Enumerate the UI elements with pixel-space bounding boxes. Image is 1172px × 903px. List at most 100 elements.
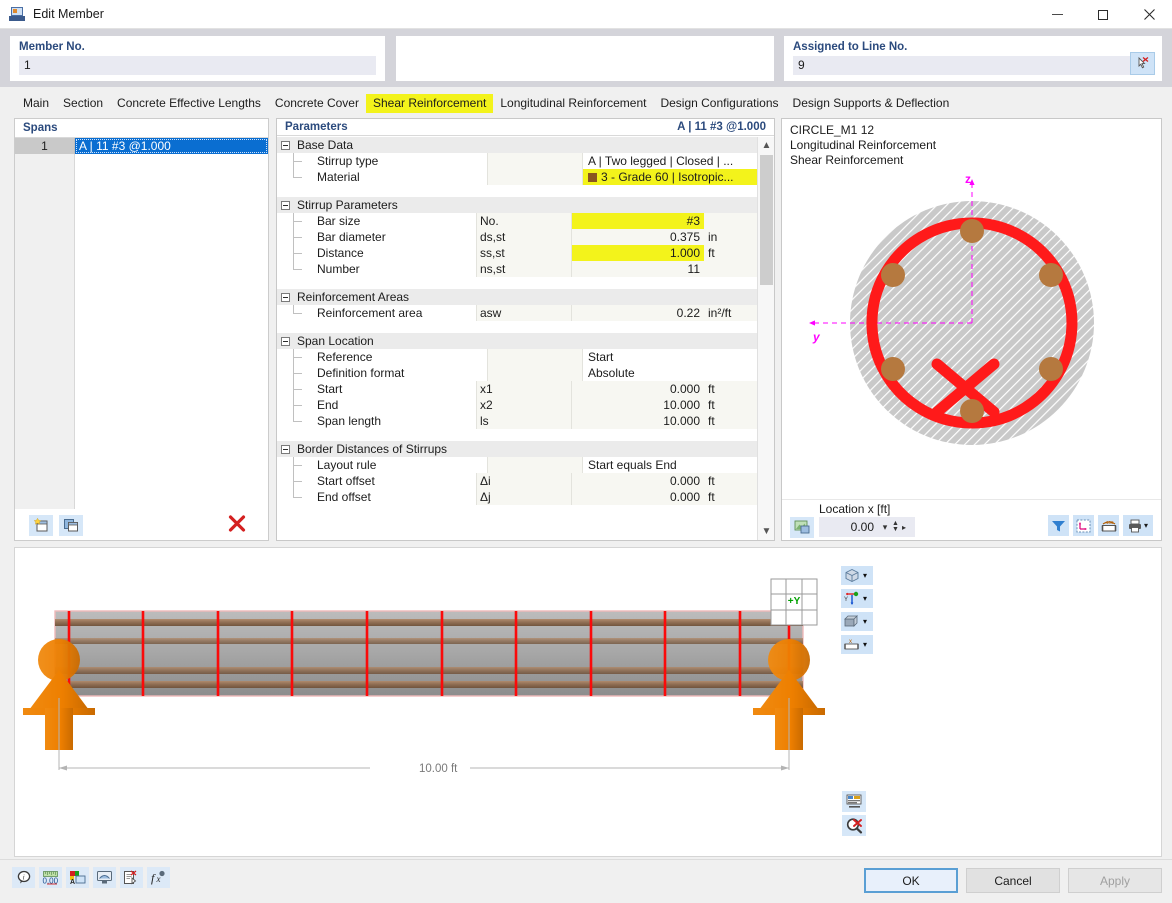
parameter-row[interactable]: Start x1 0.000 ft [277,381,758,397]
member-no-input[interactable]: 1 [19,56,376,75]
scroll-up-icon[interactable]: ▲ [758,137,775,154]
chevron-down-icon[interactable]: ▾ [863,617,867,626]
tab-main[interactable]: Main [16,94,56,113]
new-item-icon[interactable] [29,514,53,536]
pick-line-icon[interactable] [1130,52,1155,75]
collapse-icon[interactable] [277,333,294,349]
collapse-icon[interactable] [277,441,294,457]
parameter-value[interactable]: 0.000 [571,381,704,397]
parameter-value[interactable]: 1.000 [571,245,704,261]
parameter-value[interactable]: 0.000 [571,489,704,505]
tab-concrete-cover[interactable]: Concrete Cover [268,94,366,113]
formula-icon[interactable]: f x [147,867,170,888]
tab-concrete-effective-lengths[interactable]: Concrete Effective Lengths [110,94,268,113]
parameter-group-header[interactable]: Reinforcement Areas [277,289,758,305]
view-cube[interactable]: +Y [770,578,818,626]
units-icon[interactable]: 0,00 [39,867,62,888]
scrollbar-thumb[interactable] [760,155,773,285]
parameter-value[interactable]: Start equals End [582,457,758,473]
chevron-down-icon[interactable]: ▾ [863,571,867,580]
parameter-value[interactable]: Absolute [582,365,758,381]
delete-icon[interactable] [226,513,248,535]
parameter-row[interactable]: Material 3 - Grade 60 | Isotropic... [277,169,758,185]
image-export-icon[interactable] [790,517,814,538]
parameter-row[interactable]: Bar diameter ds,st 0.375 in [277,229,758,245]
ok-button[interactable]: OK [864,868,958,893]
parameter-value[interactable]: #3 [571,213,704,229]
display-properties-icon[interactable]: A [66,867,89,888]
parameter-unit: in [704,229,758,245]
render-mode-icon[interactable]: ▾ [841,566,873,585]
parameter-value[interactable]: A | Two legged | Closed | ... [582,153,758,169]
parameter-value[interactable]: 10.000 [571,413,704,429]
chevron-down-icon[interactable]: ▾ [878,522,892,533]
parameter-row[interactable]: Bar size No. #3 [277,213,758,229]
location-x-input[interactable]: 0.00 ▾ ▲ ▼ ▸ [819,517,915,537]
chevron-down-icon[interactable]: ▾ [863,640,867,649]
assigned-line-input[interactable]: 9 [793,56,1131,75]
zoom-clear-icon[interactable] [842,815,866,836]
parameter-row[interactable]: Start offset Δi 0.000 ft [277,473,758,489]
middle-empty-field[interactable] [405,38,765,79]
parameter-row[interactable]: Definition format Absolute [277,365,758,381]
section-caption-line: Shear Reinforcement [790,153,904,167]
parameter-value[interactable]: 0.000 [571,473,704,489]
visual-settings-icon[interactable] [93,867,116,888]
tab-section[interactable]: Section [56,94,110,113]
solid-view-icon[interactable]: ▾ [841,612,873,631]
next-location-icon[interactable]: ▸ [902,523,915,532]
spinner-icon[interactable]: ▲ ▼ [892,520,902,533]
minimize-button[interactable] [1034,0,1080,29]
tab-design-configurations[interactable]: Design Configurations [653,94,785,113]
parameter-label: End offset [317,490,371,504]
parameter-value[interactable]: 0.375 [571,229,704,245]
parameter-group-header[interactable]: Border Distances of Stirrups [277,441,758,457]
parameter-row[interactable]: Reference Start [277,349,758,365]
parameter-value[interactable]: 0.22 [571,305,704,321]
parameter-value[interactable]: Start [582,349,758,365]
parameter-row[interactable]: Number ns,st 11 [277,261,758,277]
parameter-row[interactable]: Stirrup type A | Two legged | Closed | ..… [277,153,758,169]
parameter-row[interactable]: End x2 10.000 ft [277,397,758,413]
tree-branch-icon [277,229,311,245]
dimension-icon[interactable]: x ▾ [841,635,873,654]
parameter-value[interactable]: 10.000 [571,397,704,413]
parameter-row[interactable]: Distance ss,st 1.000 ft [277,245,758,261]
axes-visibility-icon[interactable]: Y ▾ [841,589,873,608]
print-icon[interactable]: ▾ [1123,515,1153,536]
close-icon[interactable] [1126,0,1172,29]
show-results-icon[interactable] [842,791,866,812]
cancel-button[interactable]: Cancel [966,868,1060,893]
parameter-value[interactable]: 11 [571,261,704,277]
parameter-group-header[interactable]: Stirrup Parameters [277,197,758,213]
3d-view[interactable]: 10.00 ft +Y ▾ Y ▾ ▾ x ▾ [14,547,1162,857]
axis-system-icon[interactable] [1073,515,1094,536]
chevron-down-icon[interactable]: ▾ [863,594,867,603]
parameter-group-header[interactable]: Span Location [277,333,758,349]
tab-shear-reinforcement[interactable]: Shear Reinforcement [365,94,494,113]
comment-icon[interactable] [120,867,143,888]
parameters-scrollbar[interactable]: ▲ ▼ [757,137,774,540]
info-icon[interactable]: i [12,867,35,888]
edit-member-dialog: Edit Member Member No. 1 Assigned to Lin… [0,0,1172,903]
tab-longitudinal-reinforcement[interactable]: Longitudinal Reinforcement [493,94,653,113]
copy-item-icon[interactable] [59,514,83,536]
parameter-row[interactable]: Layout rule Start equals End [277,457,758,473]
parameter-row[interactable]: Reinforcement area asw 0.22 in²/ft [277,305,758,321]
maximize-button[interactable] [1080,0,1126,29]
parameter-row[interactable]: End offset Δj 0.000 ft [277,489,758,505]
bottom-icon-toolbar: i 0,00 A f x [12,867,170,888]
tree-branch-icon [277,261,311,277]
parameter-group-header[interactable]: Base Data [277,137,758,153]
scroll-down-icon[interactable]: ▼ [758,523,775,540]
collapse-icon[interactable] [277,197,294,213]
collapse-icon[interactable] [277,289,294,305]
parameter-value[interactable]: 3 - Grade 60 | Isotropic... [582,169,758,185]
tab-design-supports-deflection[interactable]: Design Supports & Deflection [786,94,957,113]
dimensions-icon[interactable]: 100 [1098,515,1119,536]
parameter-row[interactable]: Span length ls 10.000 ft [277,413,758,429]
group-spacer [277,429,758,441]
collapse-icon[interactable] [277,137,294,153]
filter-icon[interactable] [1048,515,1069,536]
span-row[interactable]: 1A | 11 #3 @1.000 [15,138,268,154]
